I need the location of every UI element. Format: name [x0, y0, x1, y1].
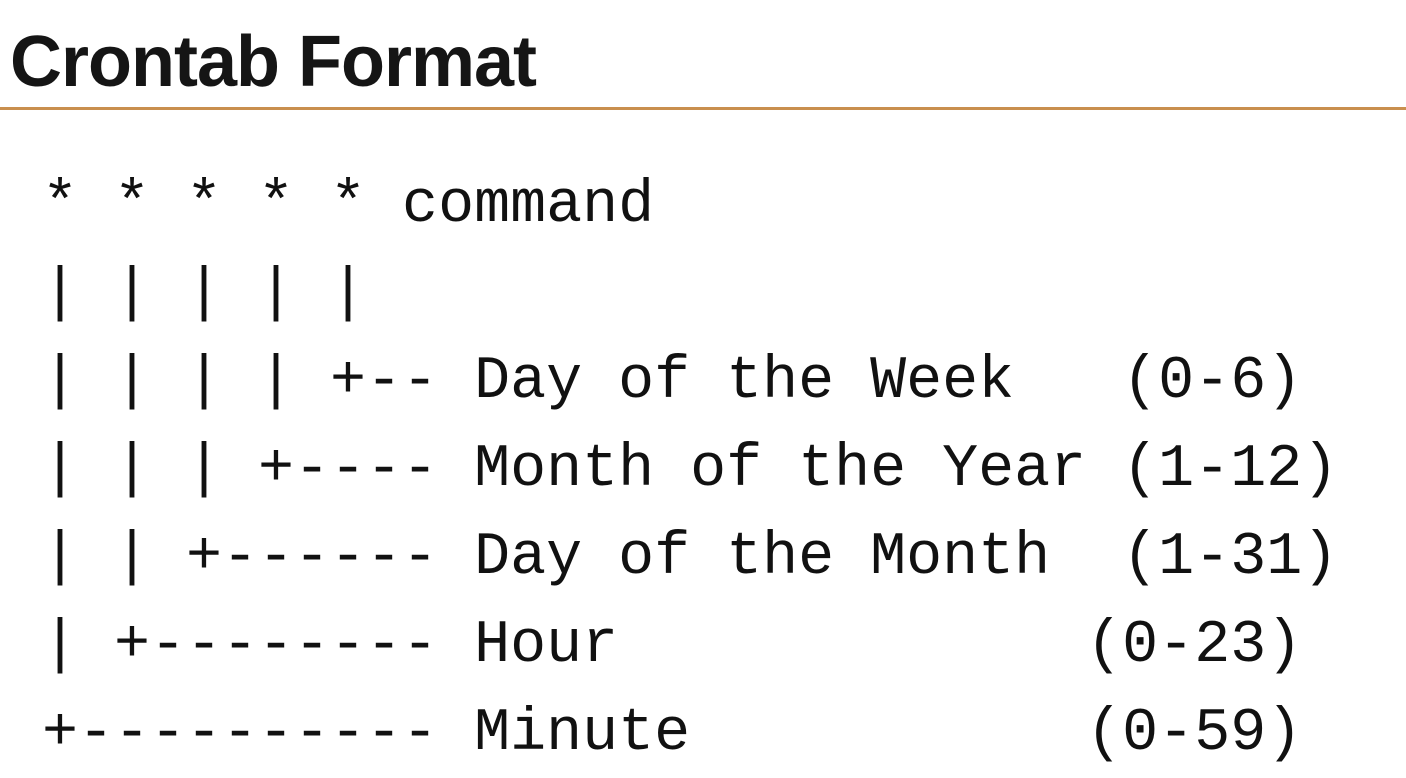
code-line-hour: | +-------- Hour (0-23) — [42, 612, 1303, 680]
code-line-day-of-month: | | +------ Day of the Month (1-31) — [42, 524, 1339, 592]
code-line-pipes: | | | | | — [42, 260, 367, 328]
code-line-day-of-week: | | | | +-- Day of the Week (0-6) — [42, 348, 1303, 416]
code-line-month-of-year: | | | +---- Month of the Year (1-12) — [42, 436, 1339, 504]
code-line-fields: * * * * * command — [42, 172, 655, 240]
title-underline — [0, 107, 1406, 110]
code-line-minute: +---------- Minute (0-59) — [42, 700, 1303, 768]
crontab-diagram: * * * * * command | | | | | | | | | +-- … — [42, 162, 1338, 778]
slide-title: Crontab Format — [10, 22, 537, 102]
